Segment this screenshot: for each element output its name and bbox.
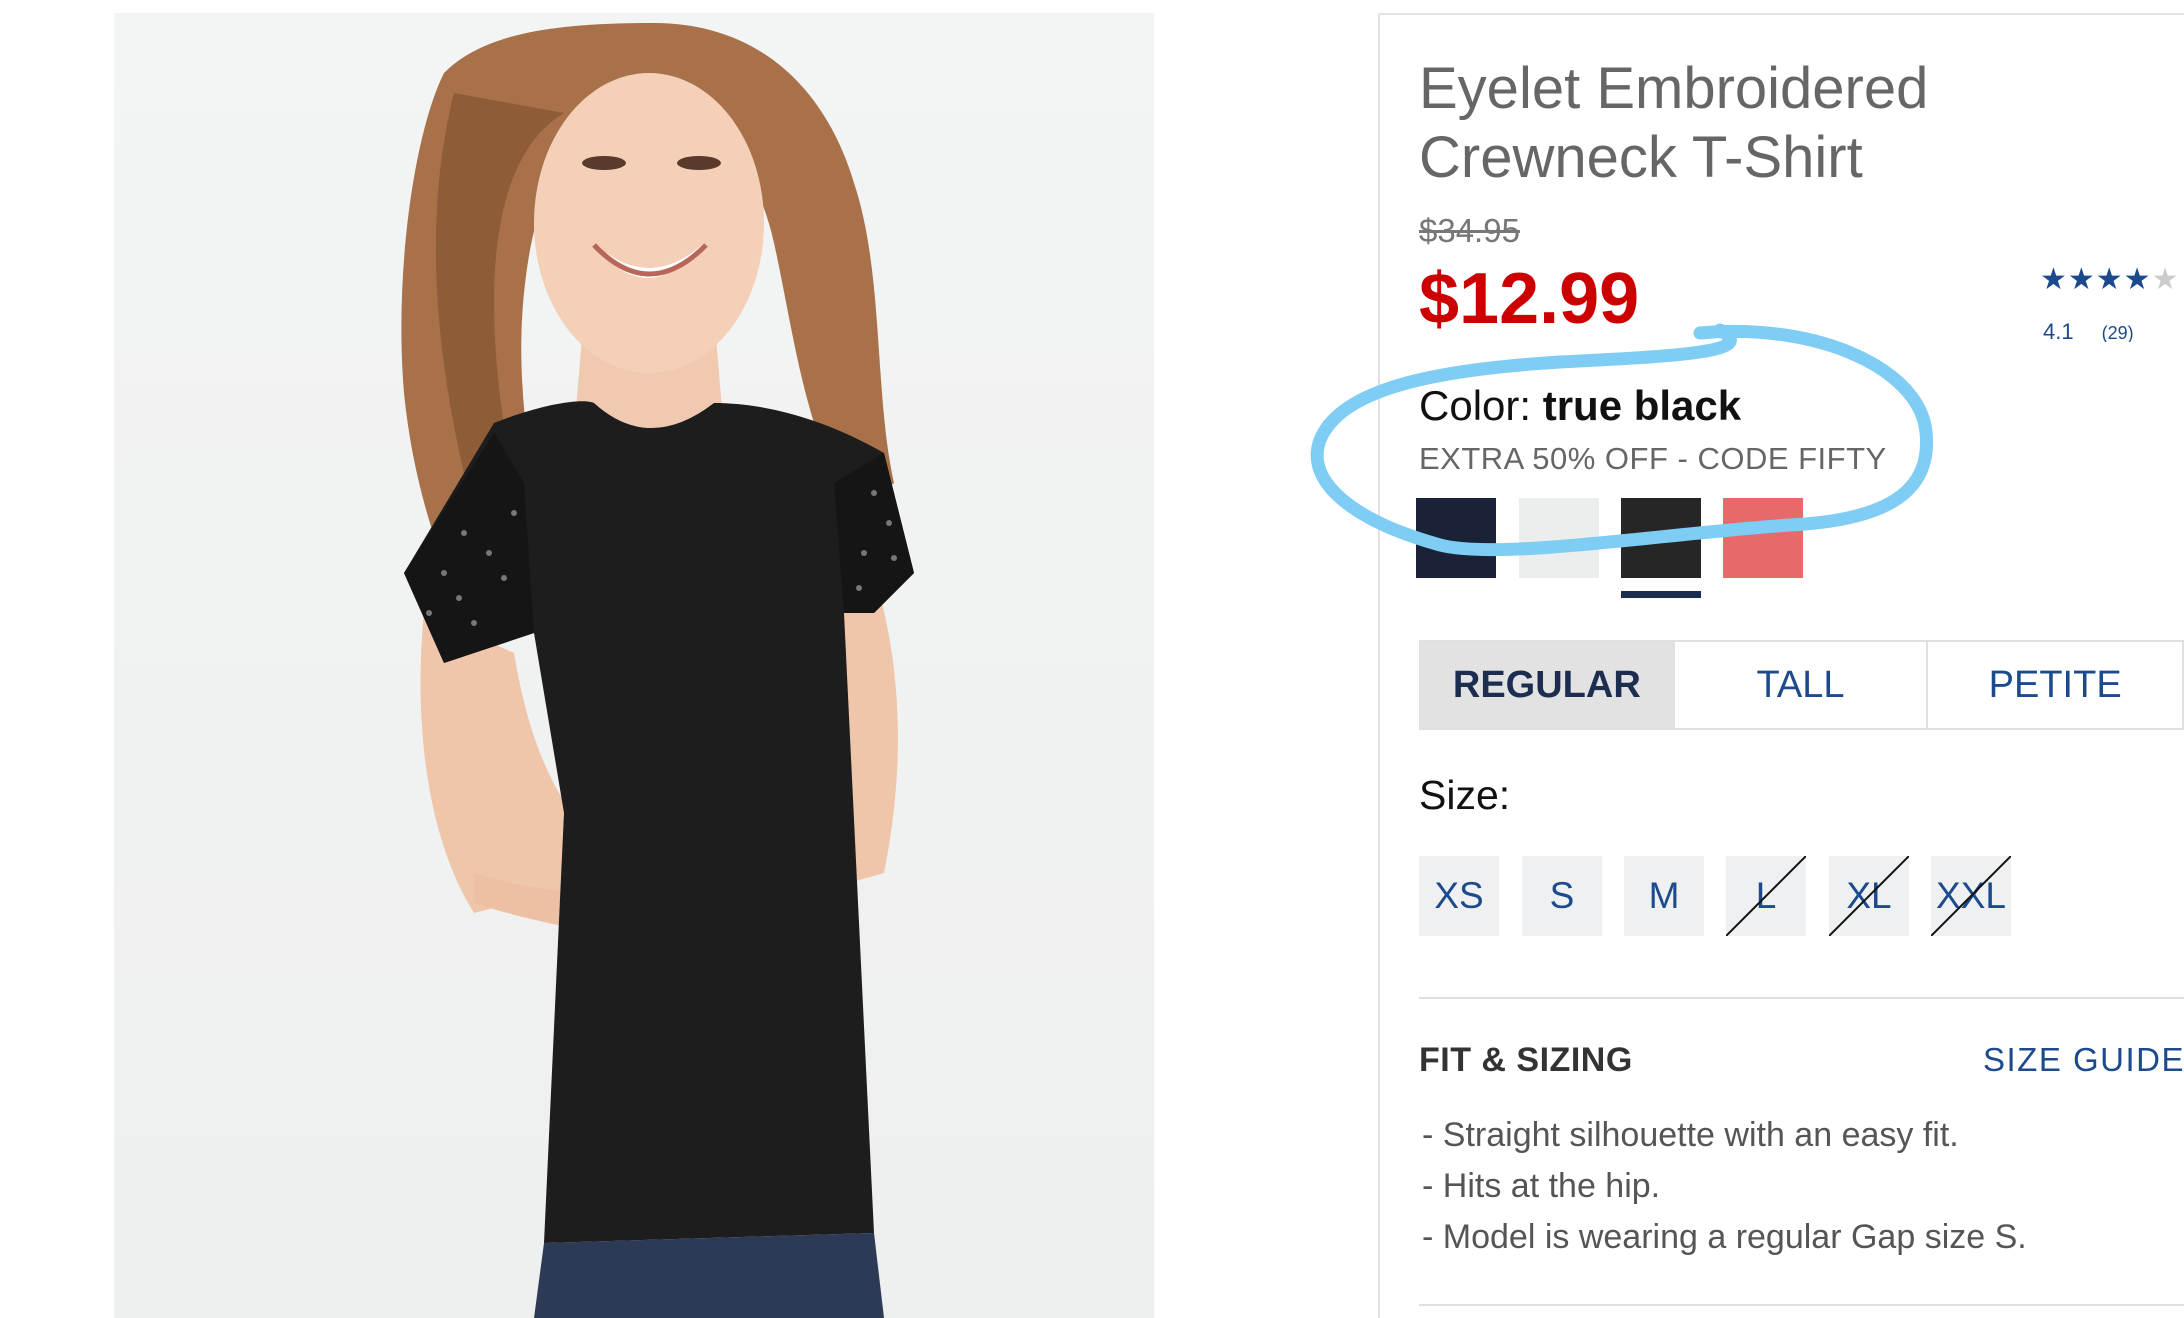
size-button-m[interactable]: M: [1624, 856, 1704, 936]
list-item: Hits at the hip.: [1422, 1167, 2027, 1218]
size-button-xxl-unavailable[interactable]: XXL: [1931, 856, 2011, 936]
size-button-s[interactable]: S: [1522, 856, 1602, 936]
size-button-l-unavailable[interactable]: L: [1726, 856, 1806, 936]
unavailable-slash-icon: [1726, 856, 1806, 936]
selected-swatch-indicator: [1621, 591, 1701, 598]
tab-petite[interactable]: PETITE: [1928, 642, 2182, 728]
fit-details-list: Straight silhouette with an easy fit. Hi…: [1422, 1116, 2027, 1269]
original-price: $34.95: [1419, 212, 1520, 249]
size-guide-link[interactable]: SIZE GUIDE: [1983, 1041, 2184, 1079]
color-swatch-true-black[interactable]: [1621, 498, 1701, 578]
rating-stars-icon: ★★★★★: [2040, 262, 2184, 297]
size-button-xs[interactable]: XS: [1419, 856, 1499, 936]
sale-price: $12.99: [1419, 259, 1640, 339]
rating-meta: 4.1 (29): [2043, 319, 2134, 342]
unavailable-slash-icon: [1829, 856, 1909, 936]
color-label: Color:: [1419, 382, 1532, 429]
rating-value: 4.1: [2043, 319, 2074, 342]
stars-filled: ★★★★: [2040, 263, 2152, 296]
unavailable-slash-icon: [1931, 856, 2011, 936]
color-selection-label: Color: true black: [1419, 382, 1741, 430]
color-swatch-white[interactable]: [1519, 498, 1599, 578]
tab-regular[interactable]: REGULAR: [1421, 642, 1675, 728]
review-count-link[interactable]: (29): [2102, 323, 2134, 342]
size-label: Size:: [1419, 772, 1511, 818]
stars-empty: ★: [2151, 263, 2180, 296]
list-item: Model is wearing a regular Gap size S.: [1422, 1218, 2027, 1269]
fit-type-tabs: REGULAR TALL PETITE: [1419, 640, 2184, 730]
size-button-xl-unavailable[interactable]: XL: [1829, 856, 1909, 936]
product-title: Eyelet Embroidered Crewneck T-Shirt: [1419, 54, 2079, 192]
fit-sizing-heading: FIT & SIZING: [1419, 1041, 1633, 1079]
product-title-line2: Crewneck T-Shirt: [1419, 125, 1863, 190]
product-rating[interactable]: ★★★★★ 4.1 (29): [2040, 262, 2184, 342]
product-title-line1: Eyelet Embroidered: [1419, 56, 1929, 121]
color-swatch-coral[interactable]: [1723, 498, 1803, 578]
size-option-label: M: [1648, 875, 1680, 916]
model-wearing-black-tee-image: [401, 23, 914, 1318]
section-divider: [1419, 1304, 2184, 1306]
color-swatch-navy[interactable]: [1416, 498, 1496, 578]
section-divider: [1419, 997, 2184, 999]
product-photo[interactable]: [114, 13, 1154, 1318]
size-option-label: XS: [1434, 875, 1484, 916]
selected-color-name: true black: [1542, 382, 1742, 429]
list-item: Straight silhouette with an easy fit.: [1422, 1116, 2027, 1167]
promo-text: EXTRA 50% OFF - CODE FIFTY: [1419, 441, 1887, 476]
size-option-label: S: [1549, 875, 1575, 916]
tab-tall[interactable]: TALL: [1675, 642, 1929, 728]
